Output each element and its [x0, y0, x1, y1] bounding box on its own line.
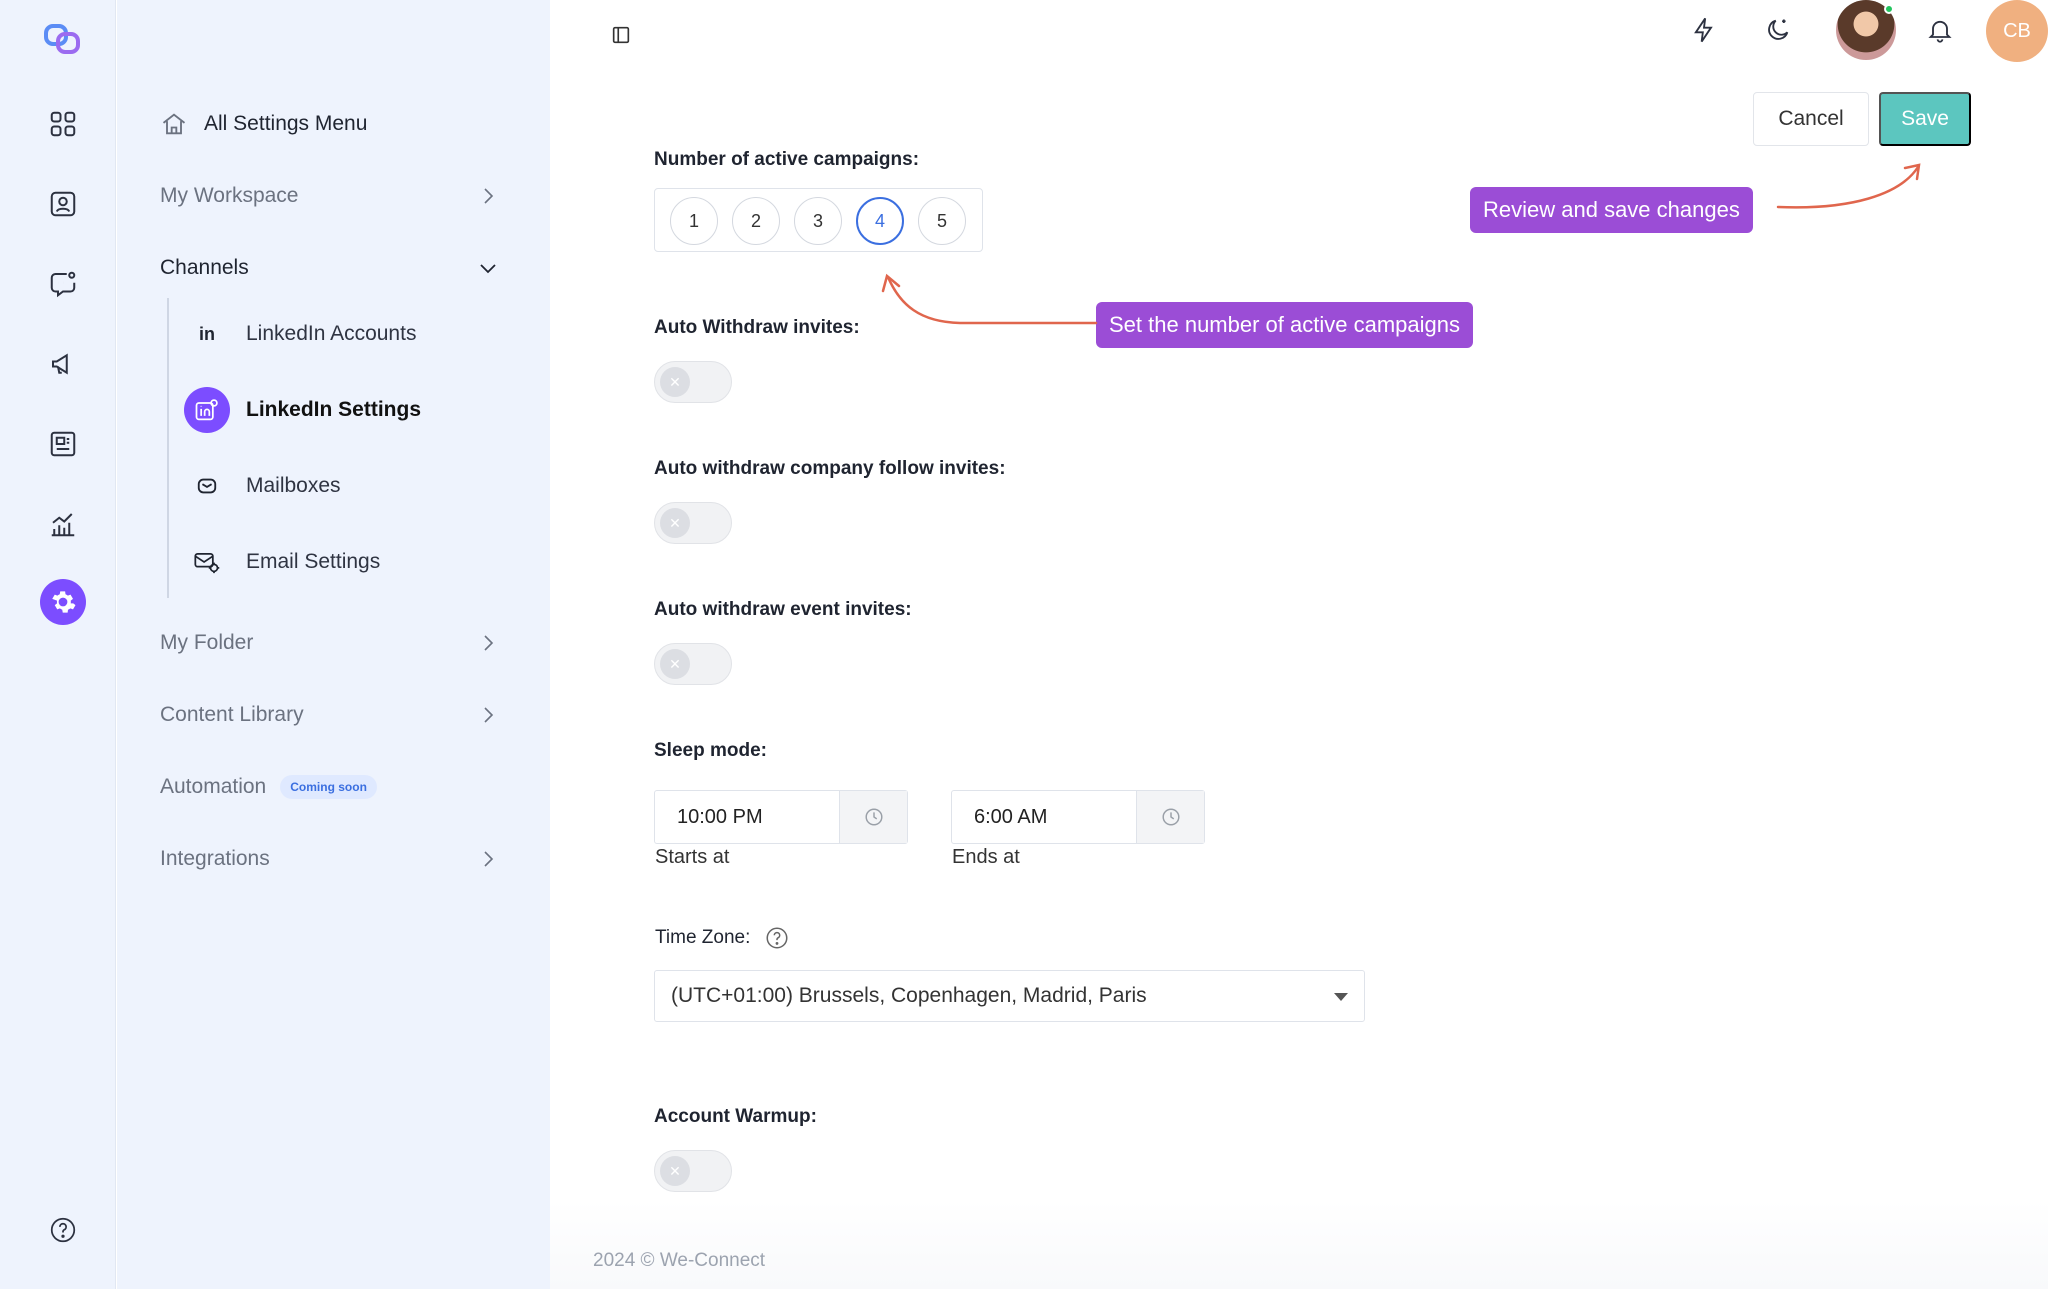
all-settings-menu-label: All Settings Menu [204, 112, 368, 135]
sidebar-item-channels[interactable]: Channels [160, 243, 500, 293]
timezone-select[interactable]: (UTC+01:00) Brussels, Copenhagen, Madrid… [654, 970, 1365, 1022]
contacts-icon[interactable] [38, 179, 88, 229]
sidebar-item-label: Mailboxes [246, 474, 341, 497]
linkedin-settings-icon [184, 387, 230, 433]
chevron-down-icon [480, 264, 496, 274]
account-warmup-toggle[interactable]: ✕ [654, 1150, 732, 1192]
settings-icon[interactable] [40, 579, 86, 625]
sidebar-item-my-folder[interactable]: My Folder [160, 618, 500, 668]
account-warmup-label: Account Warmup: [654, 1106, 817, 1127]
campaign-option-3[interactable]: 3 [794, 197, 842, 245]
sidebar-item-automation[interactable]: Automation Coming soon [160, 762, 500, 812]
footer-text: 2024 © We-Connect [593, 1250, 766, 1271]
email-settings-icon [184, 539, 230, 585]
chevron-right-icon [484, 851, 494, 867]
sidebar-item-label: LinkedIn Settings [246, 398, 422, 421]
messages-icon[interactable] [38, 259, 88, 309]
icon-rail [0, 0, 116, 1289]
sidebar-item-my-workspace[interactable]: My Workspace [160, 171, 500, 221]
auto-withdraw-toggle[interactable]: ✕ [654, 361, 732, 403]
sidebar-item-integrations[interactable]: Integrations [160, 834, 500, 884]
sleep-end-value: 6:00 AM [974, 805, 1048, 828]
clock-icon[interactable] [1136, 791, 1204, 843]
caret-down-icon [1334, 993, 1348, 1001]
sleep-end-caption: Ends at [952, 846, 1020, 868]
sidebar-item-content-library[interactable]: Content Library [160, 690, 500, 740]
main-content: CB Cancel Save Number of active campaign… [550, 0, 2048, 1289]
sidebar-item-label: Automation [160, 775, 267, 798]
auto-withdraw-event-label: Auto withdraw event invites: [654, 599, 912, 620]
toggle-sidebar-icon[interactable] [610, 24, 632, 46]
online-status-indicator [1884, 4, 1894, 14]
campaigns-icon[interactable] [38, 339, 88, 389]
home-icon [162, 113, 186, 135]
toggle-off-icon: ✕ [660, 1156, 690, 1186]
linkedin-icon: in [199, 323, 215, 344]
sidebar-item-label: Email Settings [246, 550, 381, 573]
footer: 2024 © We-Connect [550, 1200, 2048, 1289]
auto-withdraw-label: Auto Withdraw invites: [654, 317, 860, 338]
mailbox-icon [184, 463, 230, 509]
chevron-right-icon [484, 707, 494, 723]
bell-icon[interactable] [1920, 10, 1960, 50]
sidebar-item-label: My Folder [160, 631, 254, 654]
sleep-start-value: 10:00 PM [677, 805, 763, 828]
clock-icon[interactable] [839, 791, 907, 843]
lightning-icon[interactable] [1684, 10, 1724, 50]
sidebar-item-label: Integrations [160, 847, 270, 870]
sidebar-item-label: Channels [160, 256, 249, 279]
toggle-off-icon: ✕ [660, 367, 690, 397]
sidebar-item-linkedin-accounts[interactable]: in LinkedIn Accounts [184, 307, 416, 361]
templates-icon[interactable] [38, 419, 88, 469]
settings-sidebar: All Settings Menu My Workspace Channels … [117, 0, 550, 1289]
sidebar-item-label: Content Library [160, 703, 304, 726]
campaigns-selector: 1 2 3 4 5 [654, 188, 983, 252]
sidebar-item-linkedin-settings[interactable]: LinkedIn Settings [184, 383, 421, 437]
campaign-option-4[interactable]: 4 [856, 197, 904, 245]
sleep-start-input[interactable]: 10:00 PM [654, 790, 908, 844]
campaign-option-2[interactable]: 2 [732, 197, 780, 245]
save-button[interactable]: Save [1879, 92, 1971, 146]
help-circle-icon[interactable] [764, 925, 790, 951]
all-settings-menu-link[interactable]: All Settings Menu [160, 99, 500, 149]
sleep-start-caption: Starts at [655, 846, 730, 868]
sleep-mode-label: Sleep mode: [654, 740, 767, 761]
sidebar-item-mailboxes[interactable]: Mailboxes [184, 459, 341, 513]
auto-withdraw-company-toggle[interactable]: ✕ [654, 502, 732, 544]
campaigns-callout: Set the number of active campaigns [1096, 302, 1473, 348]
save-callout: Review and save changes [1470, 187, 1753, 233]
help-icon[interactable] [38, 1205, 88, 1255]
timezone-value: (UTC+01:00) Brussels, Copenhagen, Madrid… [671, 984, 1147, 1007]
sidebar-item-label: LinkedIn Accounts [246, 322, 417, 345]
coming-soon-badge: Coming soon [280, 775, 377, 799]
dashboard-icon[interactable] [38, 99, 88, 149]
toggle-off-icon: ✕ [660, 649, 690, 679]
user-initials-avatar[interactable]: CB [1986, 0, 2048, 62]
channels-tree-line [167, 298, 169, 598]
cancel-button[interactable]: Cancel [1753, 92, 1869, 146]
auto-withdraw-event-toggle[interactable]: ✕ [654, 643, 732, 685]
toggle-off-icon: ✕ [660, 508, 690, 538]
timezone-label-text: Time Zone: [655, 927, 751, 948]
timezone-label: Time Zone: [655, 925, 790, 951]
chevron-right-icon [484, 188, 494, 204]
chevron-right-icon [484, 635, 494, 651]
campaign-option-1[interactable]: 1 [670, 197, 718, 245]
auto-withdraw-company-label: Auto withdraw company follow invites: [654, 458, 1006, 479]
sleep-end-input[interactable]: 6:00 AM [951, 790, 1205, 844]
campaigns-label: Number of active campaigns: [654, 149, 920, 170]
sidebar-item-email-settings[interactable]: Email Settings [184, 535, 380, 589]
analytics-icon[interactable] [38, 499, 88, 549]
dark-mode-icon[interactable] [1758, 10, 1798, 50]
sidebar-item-label: My Workspace [160, 184, 299, 207]
app-logo-icon[interactable] [44, 22, 82, 56]
campaign-option-5[interactable]: 5 [918, 197, 966, 245]
